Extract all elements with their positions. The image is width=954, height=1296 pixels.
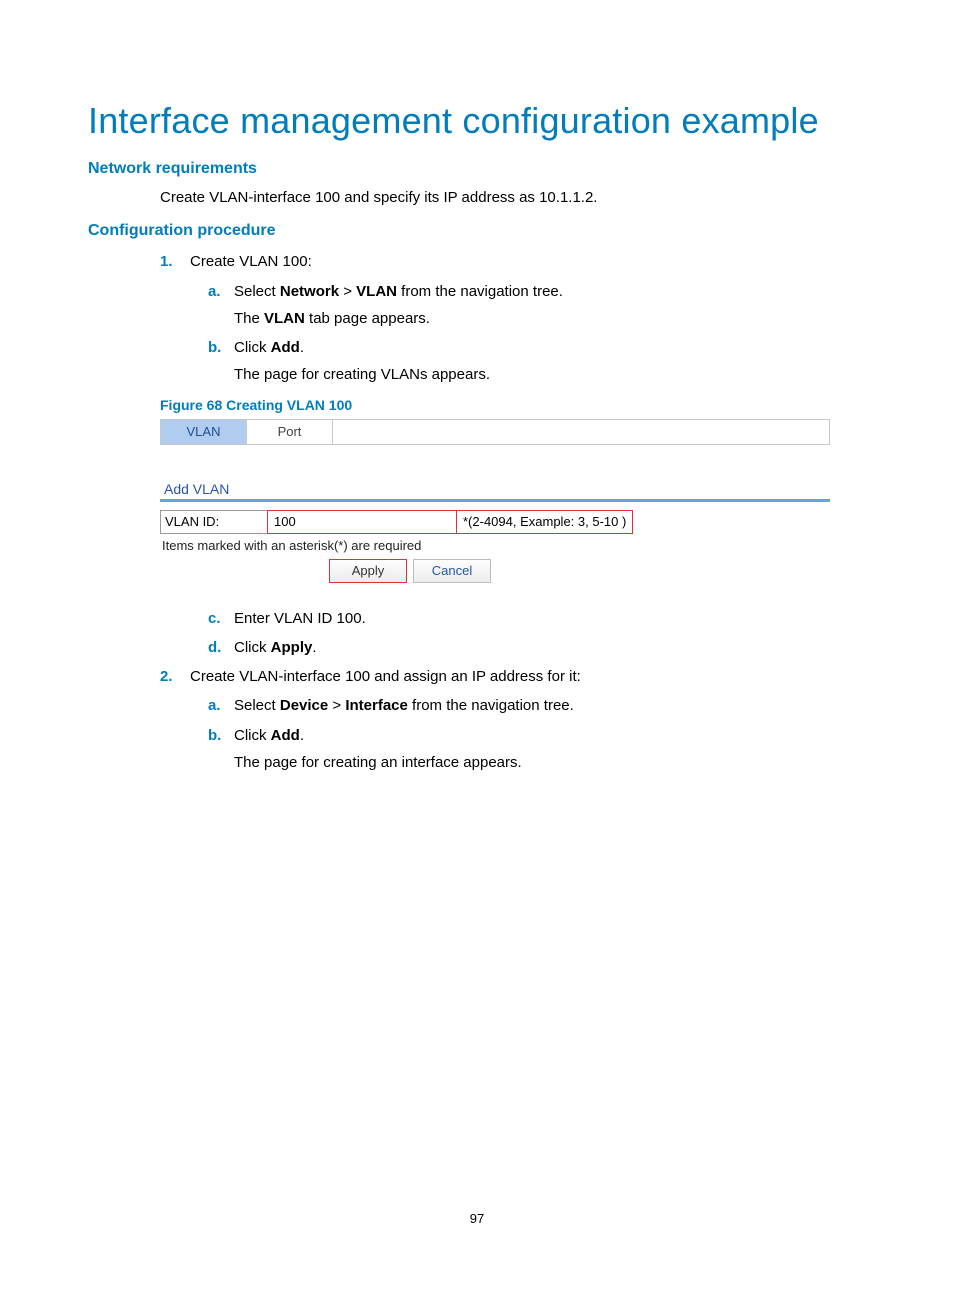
- step-2: 2. Create VLAN-interface 100 and assign …: [160, 665, 866, 774]
- step-1d: d. Click Apply.: [208, 636, 866, 659]
- step-1: 1. Create VLAN 100: a. Select Network > …: [160, 250, 866, 386]
- step-1-number: 1.: [160, 250, 173, 273]
- step-1c-number: c.: [208, 607, 221, 630]
- tab-bar: VLAN Port: [160, 419, 830, 445]
- figure-caption: Figure 68 Creating VLAN 100: [160, 397, 866, 413]
- step-1-text: Create VLAN 100:: [190, 253, 312, 270]
- tab-filler: [333, 420, 829, 444]
- section-configuration-procedure: Configuration procedure: [88, 222, 866, 240]
- apply-button[interactable]: Apply: [329, 559, 407, 583]
- step-2b-note: The page for creating an interface appea…: [234, 751, 866, 774]
- network-requirements-text: Create VLAN-interface 100 and specify it…: [160, 188, 866, 208]
- tab-port[interactable]: Port: [247, 420, 333, 444]
- page-number: 97: [0, 1211, 954, 1226]
- add-vlan-heading: Add VLAN: [164, 481, 830, 497]
- step-1a-note: The VLAN tab page appears.: [234, 307, 866, 330]
- step-2a-number: a.: [208, 694, 221, 717]
- required-note: Items marked with an asterisk(*) are req…: [162, 538, 830, 553]
- figure-screenshot: VLAN Port Add VLAN VLAN ID: 100 *(2-4094…: [160, 419, 830, 583]
- step-1b-note: The page for creating VLANs appears.: [234, 363, 866, 386]
- step-2-number: 2.: [160, 665, 173, 688]
- step-1d-number: d.: [208, 636, 221, 659]
- step-1b: b. Click Add. The page for creating VLAN…: [208, 336, 866, 387]
- step-1a-number: a.: [208, 280, 221, 303]
- vlan-id-row: VLAN ID: 100 *(2-4094, Example: 3, 5-10 …: [160, 510, 830, 534]
- vlan-id-hint: *(2-4094, Example: 3, 5-10 ): [456, 510, 633, 534]
- vlan-id-label: VLAN ID:: [160, 510, 268, 534]
- page-title: Interface management configuration examp…: [88, 100, 866, 142]
- tab-vlan[interactable]: VLAN: [161, 420, 247, 444]
- step-1b-number: b.: [208, 336, 221, 359]
- cancel-button[interactable]: Cancel: [413, 559, 491, 583]
- step-2b-number: b.: [208, 724, 221, 747]
- step-1a: a. Select Network > VLAN from the naviga…: [208, 280, 866, 331]
- vlan-id-input[interactable]: 100: [267, 510, 457, 534]
- step-2b: b. Click Add. The page for creating an i…: [208, 724, 866, 775]
- divider: [160, 499, 830, 502]
- step-2-text: Create VLAN-interface 100 and assign an …: [190, 668, 581, 685]
- section-network-requirements: Network requirements: [88, 160, 866, 178]
- step-2a: a. Select Device > Interface from the na…: [208, 694, 866, 717]
- step-1c: c. Enter VLAN ID 100.: [208, 607, 866, 630]
